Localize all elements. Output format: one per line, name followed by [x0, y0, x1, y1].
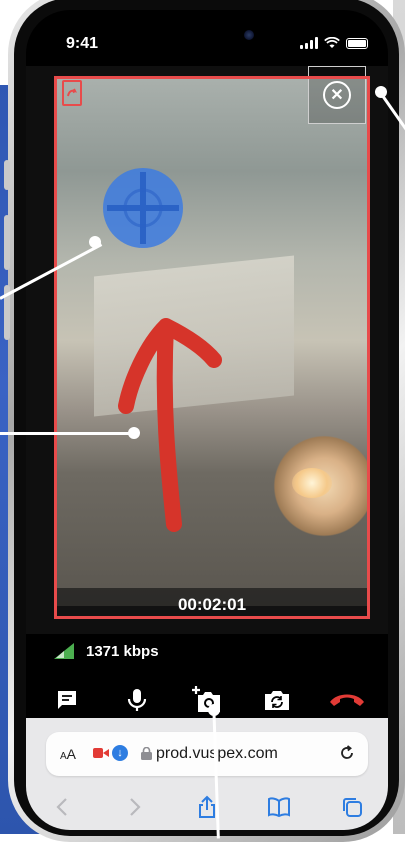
bookmarks-button[interactable]: [264, 792, 294, 822]
swap-camera-button[interactable]: [62, 80, 82, 106]
tabs-button[interactable]: [337, 792, 367, 822]
switch-camera-button[interactable]: [257, 680, 297, 720]
microphone-button[interactable]: [117, 680, 157, 720]
close-video-button[interactable]: ✕: [308, 66, 366, 124]
call-timer: 00:02:01: [177, 595, 247, 614]
silent-switch: [4, 160, 10, 190]
close-circle-icon: ✕: [323, 81, 351, 109]
microphone-icon: [127, 689, 147, 711]
chat-button[interactable]: [47, 680, 87, 720]
status-icons: [300, 37, 368, 49]
video-scene-lamp: [292, 468, 332, 498]
connection-status: 1371 kbps: [52, 634, 159, 668]
forward-button[interactable]: [120, 792, 150, 822]
browser-nav: [26, 790, 388, 824]
back-button[interactable]: [47, 792, 77, 822]
callout-dot-video: [128, 427, 140, 439]
callout-dot-snapshot: [208, 704, 220, 716]
hang-up-icon: [330, 694, 364, 706]
text-size-button[interactable]: AA: [60, 746, 76, 762]
callout-dot-close: [375, 86, 387, 98]
status-bar: 9:41: [26, 10, 388, 66]
video-call-area: ✕ 00:02:01: [26, 66, 388, 634]
download-icon[interactable]: ↓: [112, 745, 128, 761]
chat-icon: [58, 691, 76, 709]
camera-in-use-icon: [93, 748, 109, 758]
end-call-button[interactable]: [327, 680, 367, 720]
reload-icon[interactable]: [338, 744, 356, 762]
tabs-icon: [342, 798, 362, 817]
status-time: 9:41: [66, 35, 99, 52]
phone-screen: 9:41 ✕ 00:02:01 1371 kbps AA ↓: [26, 10, 388, 830]
bookmarks-icon: [268, 797, 291, 817]
safari-bottom-bar: AA ↓ prod.vuspex.com: [26, 718, 388, 830]
bitrate-value: 1371 kbps: [86, 642, 159, 660]
volume-up-button: [4, 215, 10, 270]
share-icon: [198, 795, 215, 818]
lock-icon: [141, 747, 152, 760]
wifi-icon: [324, 37, 340, 48]
timer-strip: 00:02:01: [54, 588, 370, 618]
cellular-signal-icon: [300, 37, 318, 49]
forward-icon: [129, 798, 141, 816]
front-camera: [244, 30, 254, 40]
battery-icon: [346, 37, 368, 49]
swap-camera-icon: [67, 88, 77, 97]
signal-quality-icon: [54, 643, 74, 659]
callout-dot-crosshair: [89, 236, 101, 248]
crosshair-marker-icon[interactable]: [101, 166, 185, 250]
drawn-arrow-annotation: [118, 318, 222, 532]
address-bar[interactable]: AA ↓ prod.vuspex.com: [46, 732, 368, 776]
callout-line-video: [0, 432, 134, 435]
switch-camera-icon: [265, 691, 289, 710]
back-icon: [56, 798, 67, 816]
snapshot-button[interactable]: [187, 680, 227, 720]
